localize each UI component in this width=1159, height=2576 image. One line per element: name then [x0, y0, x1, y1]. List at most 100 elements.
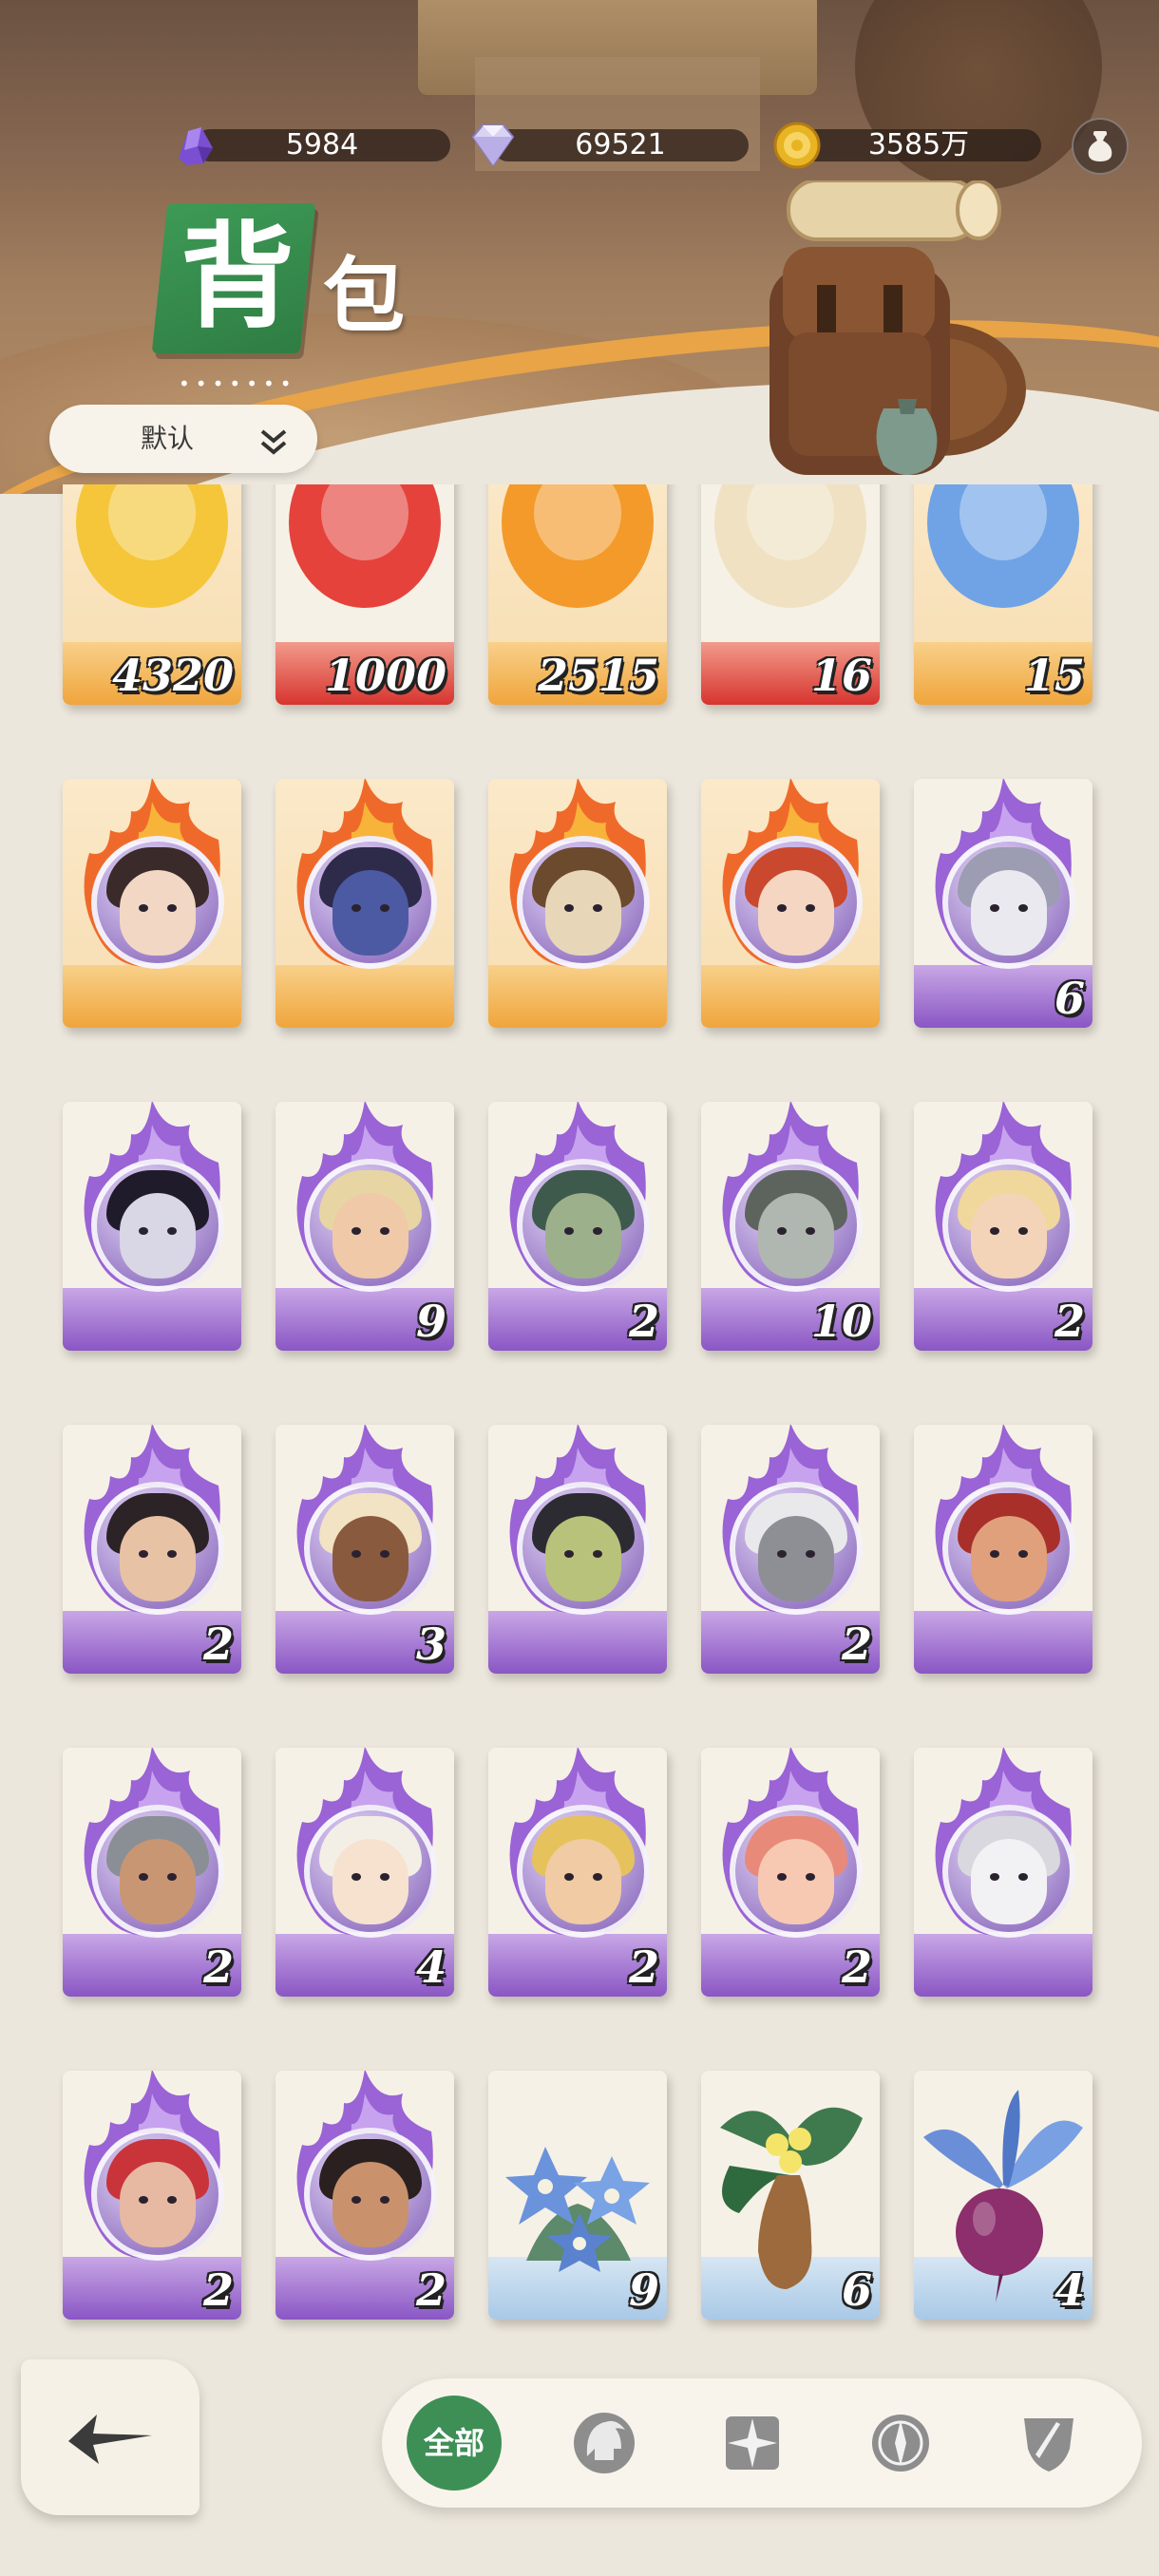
- inventory-item[interactable]: 10: [701, 1102, 880, 1351]
- inventory-item[interactable]: 2: [488, 1748, 667, 1997]
- card-frame-bottom: [914, 1611, 1092, 1674]
- inventory-item[interactable]: [63, 779, 241, 1028]
- inventory-item[interactable]: [488, 779, 667, 1028]
- hero-eye: [593, 1550, 602, 1558]
- inventory-item[interactable]: [701, 779, 880, 1028]
- currency-diamond[interactable]: 69521: [467, 124, 752, 167]
- spartan-helmet-icon: [574, 2413, 635, 2473]
- card-frame-bottom: [701, 965, 880, 1028]
- hero-eye: [139, 1550, 148, 1558]
- hero-eye: [352, 904, 361, 912]
- item-count: 2: [1054, 1296, 1085, 1347]
- hero-face: [332, 1516, 408, 1601]
- card-frame-bottom: [914, 1934, 1092, 1997]
- hero-eye: [167, 1873, 177, 1881]
- hero-portrait: [91, 1805, 224, 1938]
- amethyst-icon: [179, 127, 213, 165]
- inventory-item[interactable]: [276, 779, 454, 1028]
- hero-face: [758, 1193, 834, 1279]
- inventory-item[interactable]: [914, 1425, 1092, 1674]
- inventory-item[interactable]: 16: [701, 484, 880, 705]
- inventory-item[interactable]: 4: [276, 1748, 454, 1997]
- hero-eye: [593, 1873, 602, 1881]
- inventory-item[interactable]: 2: [701, 1425, 880, 1674]
- inventory-item[interactable]: 3: [276, 1425, 454, 1674]
- hero-eye: [990, 1550, 999, 1558]
- hero-eye: [352, 1550, 361, 1558]
- diamond-icon: [471, 124, 515, 167]
- sort-dropdown[interactable]: 默认: [49, 405, 317, 473]
- hero-eye: [167, 2196, 177, 2204]
- hero-face: [545, 1193, 621, 1279]
- item-count: 2: [202, 2264, 234, 2316]
- tab-equipment[interactable]: [705, 2396, 800, 2491]
- item-count: 15: [1023, 650, 1085, 701]
- tab-materials[interactable]: [853, 2396, 948, 2491]
- hero-portrait: [942, 1482, 1075, 1615]
- hero-face: [971, 1839, 1047, 1924]
- category-tabbar: 全部: [382, 2378, 1142, 2508]
- inventory-item[interactable]: 1000: [276, 484, 454, 705]
- tab-all-label: 全部: [423, 2425, 484, 2461]
- inventory-item[interactable]: [914, 1748, 1092, 1997]
- sword-shield-icon: [1024, 2418, 1074, 2472]
- hero-face: [120, 1516, 196, 1601]
- card-frame-bottom: [488, 1611, 667, 1674]
- item-count: 2: [841, 1941, 872, 1993]
- currency-amethyst[interactable]: 5984: [169, 125, 454, 165]
- hero-eye: [380, 1550, 390, 1558]
- inventory-item[interactable]: 9: [488, 2071, 667, 2320]
- inventory-item[interactable]: 4: [914, 2071, 1092, 2320]
- hero-eye: [1018, 904, 1028, 912]
- currency-gold[interactable]: 3585万: [771, 122, 1056, 169]
- inventory-item[interactable]: 2: [488, 1102, 667, 1351]
- hero-eye: [352, 2196, 361, 2204]
- hero-eye: [806, 904, 815, 912]
- item-count: 4: [415, 1941, 446, 1993]
- hero-eye: [167, 1227, 177, 1235]
- inventory-item[interactable]: 15: [914, 484, 1092, 705]
- back-button[interactable]: [21, 2359, 200, 2515]
- inventory-item[interactable]: 6: [914, 779, 1092, 1028]
- inventory-item[interactable]: 2: [63, 1425, 241, 1674]
- money-bag-button[interactable]: [1072, 118, 1129, 175]
- item-count: 2515: [537, 650, 659, 701]
- backpack-illustration: [770, 180, 1026, 475]
- hero-face: [758, 870, 834, 956]
- hero-eye: [990, 904, 999, 912]
- tab-all[interactable]: 全部: [407, 2396, 502, 2491]
- compass-icon: [872, 2415, 929, 2472]
- hero-eye: [1018, 1227, 1028, 1235]
- diamond-amount: 69521: [492, 129, 749, 161]
- inventory-item[interactable]: 2: [63, 1748, 241, 1997]
- inventory-item[interactable]: [63, 1102, 241, 1351]
- item-count: 6: [1054, 973, 1085, 1024]
- hero-eye: [1018, 1550, 1028, 1558]
- inventory-item[interactable]: 2515: [488, 484, 667, 705]
- hero-eye: [990, 1873, 999, 1881]
- hero-face: [971, 1193, 1047, 1279]
- hero-portrait: [91, 836, 224, 969]
- inventory-item[interactable]: 2: [63, 2071, 241, 2320]
- inventory-item[interactable]: 4320: [63, 484, 241, 705]
- page-title-char-2: 包: [323, 248, 405, 344]
- chevron-down-icon: [260, 429, 287, 455]
- hero-face: [332, 1193, 408, 1279]
- item-count: 2: [202, 1941, 234, 1993]
- inventory-grid-viewport[interactable]: 4320 1000 2515 16 15 6 9 2 10 2 2 3 2 2 4 2 2 2 2 9 6 4: [0, 484, 1159, 2337]
- back-arrow-icon: [68, 2415, 152, 2464]
- inventory-item[interactable]: 2: [914, 1102, 1092, 1351]
- hero-portrait: [517, 836, 650, 969]
- hero-eye: [593, 904, 602, 912]
- hero-face: [971, 1516, 1047, 1601]
- tab-heroes[interactable]: [557, 2396, 652, 2491]
- tab-gear[interactable]: [1001, 2396, 1096, 2491]
- inventory-item[interactable]: [488, 1425, 667, 1674]
- card-frame-bottom: [63, 965, 241, 1028]
- inventory-item[interactable]: 2: [701, 1748, 880, 1997]
- inventory-item[interactable]: 2: [276, 2071, 454, 2320]
- hero-portrait: [730, 1805, 863, 1938]
- inventory-item[interactable]: 9: [276, 1102, 454, 1351]
- gold-amount: 3585万: [796, 129, 1041, 161]
- inventory-item[interactable]: 6: [701, 2071, 880, 2320]
